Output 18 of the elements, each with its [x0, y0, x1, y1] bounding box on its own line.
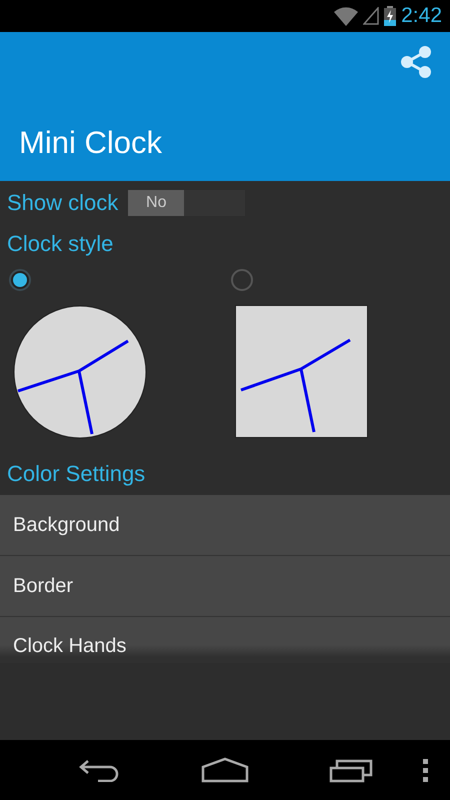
- radio-button[interactable]: [9, 269, 31, 291]
- settings-item[interactable]: Clock Hands: [13, 635, 126, 658]
- setting-label: Show clock: [7, 190, 118, 216]
- recent-apps-icon[interactable]: [329, 757, 373, 783]
- section-heading: Clock style: [7, 231, 114, 257]
- section-heading: Color Settings: [7, 461, 146, 487]
- wifi-icon: [334, 6, 358, 26]
- home-icon[interactable]: [201, 757, 249, 783]
- battery-charging-icon: [384, 6, 396, 26]
- cell-signal-icon: [363, 7, 380, 25]
- toggle-switch[interactable]: No: [128, 190, 246, 216]
- settings-item[interactable]: Background: [13, 514, 120, 536]
- settings-item[interactable]: Border: [13, 574, 74, 598]
- share-icon[interactable]: [401, 46, 431, 78]
- app-title: Mini Clock: [19, 125, 163, 161]
- radio-button[interactable]: [230, 269, 252, 291]
- overflow-menu-icon[interactable]: [422, 758, 430, 782]
- clock-time: 2:42: [401, 4, 442, 28]
